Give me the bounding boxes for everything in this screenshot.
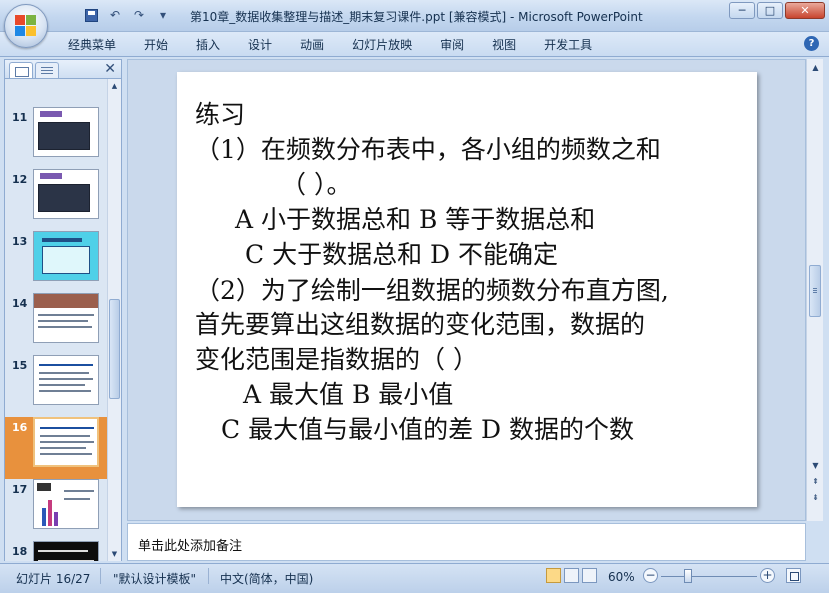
fit-to-window-icon[interactable] [786, 568, 801, 583]
slide-text-line[interactable]: C 最大值与最小值的差 D 数据的个数 [221, 415, 634, 445]
panel-scrollbar[interactable]: ▲ ▼ [107, 79, 121, 561]
slide-thumbnail-preview [33, 541, 99, 561]
slide-text-line[interactable]: （ ）。 [281, 170, 351, 200]
slide-thumbnail-preview [33, 355, 99, 405]
slide-thumbnail-preview [33, 107, 99, 157]
slide-thumbnail-number: 12 [12, 173, 28, 186]
panel-header: ✕ [5, 60, 121, 79]
maximize-button[interactable]: □ [757, 2, 783, 19]
tab-home[interactable]: 开始 [144, 36, 168, 53]
scroll-up-icon[interactable]: ▲ [109, 80, 120, 92]
slide-sorter-view-icon[interactable] [564, 568, 579, 583]
zoom-slider-handle[interactable] [684, 569, 692, 583]
status-divider [208, 568, 209, 584]
notes-pane[interactable]: 单击此处添加备注 [127, 523, 806, 561]
slide-show-view-icon[interactable] [582, 568, 597, 583]
slide-thumbnail-number: 18 [12, 545, 28, 558]
slide-heading[interactable]: 练习 [195, 100, 245, 130]
minimize-button[interactable]: ─ [729, 2, 755, 19]
slide-thumbnail-number: 14 [12, 297, 28, 310]
quick-access-toolbar: ↶ ↷ ▾ [56, 7, 172, 23]
redo-icon[interactable]: ↷ [130, 7, 148, 23]
slide-thumbnail[interactable]: 15 [5, 355, 109, 417]
thumbnail-list: 11 12 13 14 15 16 17 18 [5, 79, 109, 561]
save-icon[interactable] [82, 7, 100, 23]
slide-text-line[interactable]: A 最大值 B 最小值 [243, 380, 453, 410]
panel-scroll-thumb[interactable] [109, 299, 120, 399]
ribbon: 经典菜单 开始 插入 设计 动画 幻灯片放映 审阅 视图 开发工具 ? [0, 32, 829, 57]
language-indicator[interactable]: 中文(简体，中国) [220, 570, 313, 587]
slide-thumbnail[interactable]: 17 [5, 479, 109, 541]
ribbon-tabs: 经典菜单 开始 插入 设计 动画 幻灯片放映 审阅 视图 开发工具 [68, 36, 620, 53]
slide-thumbnail-number: 16 [12, 421, 28, 434]
scroll-down-icon[interactable]: ▼ [109, 548, 120, 560]
undo-icon[interactable]: ↶ [106, 7, 124, 23]
slide-thumbnail[interactable]: 16 [5, 417, 109, 479]
slide-counter: 幻灯片 16/27 [16, 572, 91, 586]
slide-thumbnail-number: 13 [12, 235, 28, 248]
tab-design[interactable]: 设计 [248, 36, 272, 53]
tab-slide-show[interactable]: 幻灯片放映 [352, 36, 412, 53]
slide-thumbnail-preview [33, 293, 99, 343]
slide-thumbnail-preview [33, 417, 99, 467]
theme-name[interactable]: "默认设计模板" [113, 570, 196, 587]
slide-thumbnail-number: 15 [12, 359, 28, 372]
title-bar: ↶ ↷ ▾ 第10章_数据收集整理与描述_期末复习课件.ppt [兼容模式] -… [0, 0, 829, 32]
customize-qat-icon[interactable]: ▾ [154, 7, 172, 23]
tab-developer[interactable]: 开发工具 [544, 36, 592, 53]
zoom-out-icon[interactable]: − [643, 568, 658, 583]
slide-scrollbar[interactable]: ▲ ▼ ⇞ ⇟ [806, 59, 823, 521]
tab-classic-menu[interactable]: 经典菜单 [68, 36, 116, 53]
tab-animations[interactable]: 动画 [300, 36, 324, 53]
next-slide-icon[interactable]: ⇟ [809, 491, 822, 505]
previous-slide-icon[interactable]: ⇞ [809, 475, 822, 489]
scroll-up-icon[interactable]: ▲ [809, 61, 822, 75]
slide-editor: 练习 （1）在频数分布表中，各小组的频数之和 （ ）。 A 小于数据总和 B 等… [127, 59, 806, 521]
slide-text-line[interactable]: （2）为了绘制一组数据的频数分布直方图, [195, 276, 669, 306]
status-divider [100, 568, 101, 584]
slide-thumbnail-number: 11 [12, 111, 28, 124]
slide-text-line[interactable]: 首先要算出这组数据的变化范围，数据的 [195, 310, 645, 340]
window-controls: ─ □ ✕ [729, 2, 825, 19]
zoom-level[interactable]: 60% [608, 570, 635, 584]
tab-view[interactable]: 视图 [492, 36, 516, 53]
zoom-slider-track[interactable] [661, 576, 757, 577]
tab-slides[interactable] [9, 62, 33, 78]
slide-thumbnail[interactable]: 14 [5, 293, 109, 355]
slides-panel: ✕ 11 12 13 14 15 16 17 18 ▲ ▼ [4, 59, 122, 561]
slide-scroll-thumb[interactable] [809, 265, 821, 317]
normal-view-icon[interactable] [546, 568, 561, 583]
close-button[interactable]: ✕ [785, 2, 825, 19]
slide-thumbnail[interactable]: 18 [5, 541, 109, 561]
slide-thumbnail-preview [33, 169, 99, 219]
slide-canvas[interactable]: 练习 （1）在频数分布表中，各小组的频数之和 （ ）。 A 小于数据总和 B 等… [177, 72, 757, 507]
scroll-down-icon[interactable]: ▼ [809, 459, 822, 473]
tab-outline[interactable] [35, 62, 59, 78]
slide-thumbnail[interactable]: 13 [5, 231, 109, 293]
tab-insert[interactable]: 插入 [196, 36, 220, 53]
slide-text-line[interactable]: C 大于数据总和 D 不能确定 [245, 240, 558, 270]
slide-thumbnail[interactable]: 11 [5, 107, 109, 169]
notes-placeholder: 单击此处添加备注 [138, 539, 243, 554]
slide-text-line[interactable]: 变化范围是指数据的（ ） [195, 345, 478, 375]
zoom-in-icon[interactable]: + [760, 568, 775, 583]
slide-text-line[interactable]: A 小于数据总和 B 等于数据总和 [235, 205, 595, 235]
close-panel-icon[interactable]: ✕ [104, 61, 116, 77]
status-bar: 幻灯片 16/27 "默认设计模板" 中文(简体，中国) 60% − + [0, 563, 829, 593]
office-button[interactable] [4, 4, 48, 48]
slide-thumbnail-preview [33, 479, 99, 529]
office-logo-icon [15, 15, 37, 37]
slide-thumbnail-number: 17 [12, 483, 28, 496]
help-icon[interactable]: ? [804, 36, 819, 51]
tab-review[interactable]: 审阅 [440, 36, 464, 53]
slide-text-line[interactable]: （1）在频数分布表中，各小组的频数之和 [195, 135, 661, 165]
slide-thumbnail-preview [33, 231, 99, 281]
window-title: 第10章_数据收集整理与描述_期末复习课件.ppt [兼容模式] - Micro… [190, 10, 643, 24]
slide-thumbnail[interactable]: 12 [5, 169, 109, 231]
